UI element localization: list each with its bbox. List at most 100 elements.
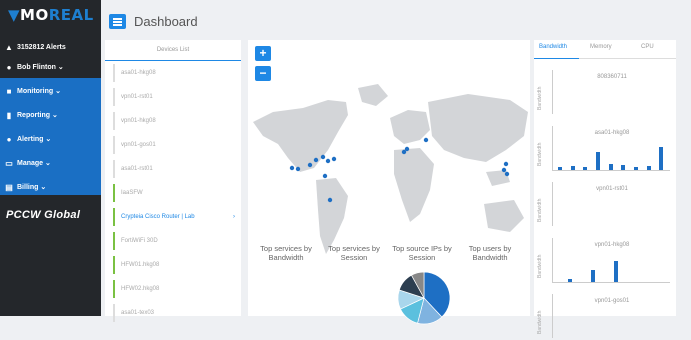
bell-icon: ● [6,134,12,144]
tab-bandwidth[interactable]: Bandwidth [539,44,567,50]
nav-label: Reporting ⌄ [17,112,58,119]
bandwidth-bar [634,167,638,170]
device-label: Crypteia Cisco Router | Lab [121,214,195,220]
page-title: Dashboard [134,14,198,29]
monitor-icon: ■ [6,86,12,96]
nav-label: Monitoring ⌄ [17,88,61,95]
warning-icon: ▲ [5,42,13,52]
devices-title: Devices List [105,40,241,61]
billing-icon: ▤ [5,182,13,192]
tab-cpu[interactable]: CPU [641,44,654,50]
nav-label: Alerting ⌄ [17,136,52,143]
bandwidth-bar [590,270,595,282]
bandwidth-bar [608,163,613,170]
y-axis-label: Bandwidth [537,142,543,166]
widget-top-source-ips[interactable]: Top source IPs by Session [390,244,454,262]
device-label: IaaSFW [121,190,143,196]
nav-label: Billing ⌄ [17,184,47,191]
bandwidth-mini-chart: 808360711 Bandwidth [534,62,676,116]
bandwidth-bar [613,261,618,282]
nav-reporting[interactable]: ▮ Reporting ⌄ [0,106,101,124]
chevron-right-icon: › [233,214,235,220]
bandwidth-mini-chart: vpn01-gos01 Bandwidth [534,286,676,340]
manage-icon: ▭ [5,158,13,168]
x-axis [552,282,670,283]
device-list-item[interactable]: IaaSFW [113,184,239,202]
y-axis [552,294,553,338]
mini-chart-title: vpn01-rst01 [596,186,628,192]
y-axis-label: Bandwidth [537,86,543,110]
device-list-item[interactable]: HFW01.hkg08 [113,256,239,274]
metrics-panel: Bandwidth Memory CPU 808360711 Bandwidth a… [534,40,676,338]
bandwidth-bar [570,166,575,170]
device-list-item[interactable]: vpn01-rst01 [113,88,239,106]
alerts-label: 3152812 Alerts [17,43,66,51]
nav-billing[interactable]: ▤ Billing ⌄ [0,178,101,196]
y-axis [552,238,553,282]
bandwidth-bar [568,279,572,282]
alerts-item[interactable]: ▲ 3152812 Alerts [0,38,101,56]
logo-icon: ▼ [8,6,21,24]
logo[interactable]: ▼MOREAL [8,6,94,24]
device-list-item[interactable]: vpn01-gos01 [113,136,239,154]
bandwidth-bar [646,166,651,170]
device-list-item[interactable]: asa01-rst01 [113,160,239,178]
widget-top-services-session[interactable]: Top services by Session [322,244,386,262]
bandwidth-bar [558,167,562,170]
bandwidth-mini-chart: vpn01-hkg08 Bandwidth [534,230,676,284]
y-axis [552,126,553,170]
mini-chart-title: vpn01-gos01 [594,298,630,304]
nav-manage[interactable]: ▭ Manage ⌄ [0,154,101,172]
device-label: vpn01-rst01 [121,94,153,100]
device-list-item[interactable]: FortiWiFi 30D [113,232,239,250]
x-axis [552,170,670,171]
device-label: HFW02.hkg08 [121,286,160,292]
pie-chart [397,271,451,325]
active-tab-indicator [534,58,579,59]
bandwidth-mini-chart: vpn01-rst01 Bandwidth [534,174,676,228]
y-axis-label: Bandwidth [537,254,543,278]
bandwidth-bar [596,151,600,170]
widget-top-services-bandwidth[interactable]: Top services by Bandwidth [254,244,318,262]
sidebar: ▼MOREAL ▲ 3152812 Alerts ● Bob Flinton ⌄… [0,0,101,316]
device-label: asa01-tex03 [121,310,155,316]
mini-chart-title: 808360711 [597,74,627,80]
user-menu[interactable]: ● Bob Flinton ⌄ [0,58,101,76]
menu-toggle-icon[interactable] [109,14,126,29]
nav-label: Manage ⌄ [17,160,51,167]
world-map[interactable] [248,40,530,316]
device-list-item[interactable]: HFW02.hkg08 [113,280,239,298]
device-list-item[interactable]: Crypteia Cisco Router | Lab › [113,208,239,226]
top-header: Dashboard [101,0,691,40]
y-axis [552,182,553,226]
widget-top-users-bandwidth[interactable]: Top users by Bandwidth [458,244,522,262]
user-label: Bob Flinton ⌄ [17,64,64,71]
world-map-panel: + − Top services by Bandwidth Top servic… [248,40,530,325]
device-list-item[interactable]: asa01-tex03 [113,304,239,322]
bandwidth-bar [583,167,588,170]
devices-panel: Devices List asa01-hkg08 vpn01-rst01 vpn01… [105,40,241,322]
device-label: vpn01-gos01 [121,142,156,148]
y-axis-label: Bandwidth [537,198,543,222]
tab-memory[interactable]: Memory [590,44,612,50]
nav-alerting[interactable]: ● Alerting ⌄ [0,130,101,148]
mini-chart-title: vpn01-hkg08 [594,242,630,248]
bandwidth-bar [659,146,664,170]
device-label: asa01-hkg08 [121,70,156,76]
bandwidth-bar [621,164,626,170]
nav-monitoring[interactable]: ■ Monitoring ⌄ [0,82,101,100]
metrics-tabs: Bandwidth Memory CPU [534,40,676,59]
device-list-item[interactable]: vpn01-hkg08 [113,112,239,130]
device-label: HFW01.hkg08 [121,262,160,268]
bandwidth-mini-chart: asa01-hkg08 Bandwidth [534,118,676,172]
device-label: vpn01-hkg08 [121,118,156,124]
device-label: asa01-rst01 [121,166,153,172]
partner-logo: PCCW Global [6,209,81,221]
user-icon: ● [6,62,12,72]
y-axis [552,70,553,114]
device-label: FortiWiFi 30D [121,238,158,244]
device-list-item[interactable]: asa01-hkg08 [113,64,239,82]
chart-icon: ▮ [6,110,12,120]
y-axis-label: Bandwidth [537,310,543,334]
mini-chart-title: asa01-hkg08 [594,130,630,136]
